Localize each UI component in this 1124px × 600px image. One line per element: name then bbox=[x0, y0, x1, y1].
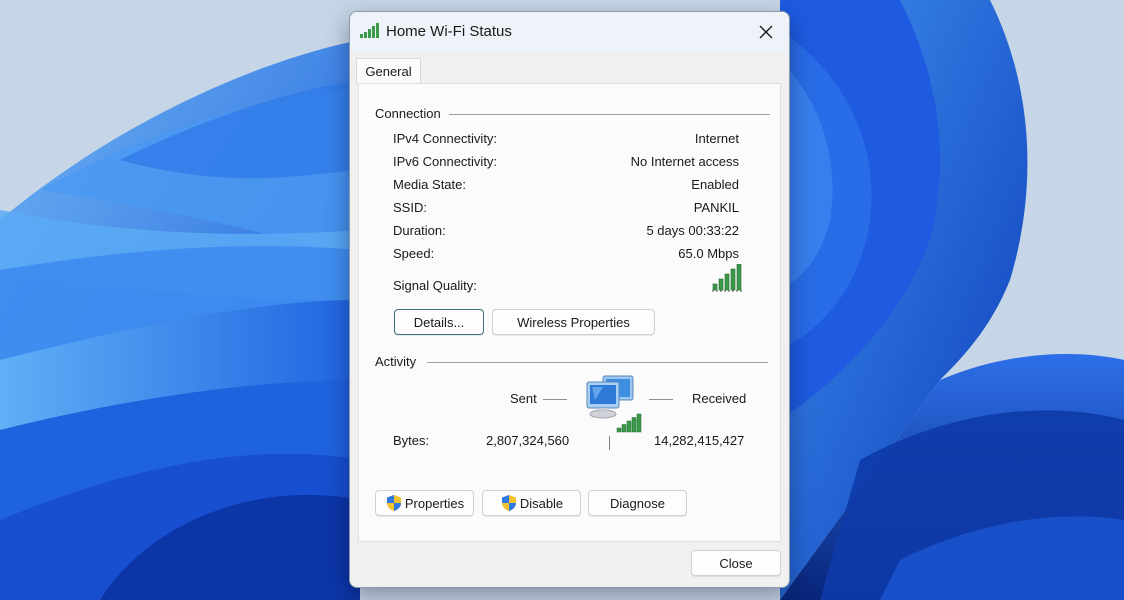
connection-row-media-state: Media State: Enabled bbox=[393, 177, 739, 197]
wireless-properties-button[interactable]: Wireless Properties bbox=[492, 309, 655, 335]
activity-group-header: Activity bbox=[375, 354, 417, 369]
tab-strip: General bbox=[350, 52, 789, 84]
media-state-label: Media State: bbox=[393, 177, 466, 192]
window-title: Home Wi-Fi Status bbox=[386, 23, 512, 40]
connection-row-ssid: SSID: PANKIL bbox=[393, 200, 739, 220]
bytes-label: Bytes: bbox=[393, 433, 430, 448]
received-line bbox=[649, 399, 673, 400]
general-panel: Connection IPv4 Connectivity: Internet I… bbox=[358, 83, 781, 542]
received-label: Received bbox=[692, 391, 747, 406]
ipv6-value: No Internet access bbox=[630, 154, 739, 169]
disable-button[interactable]: Disable bbox=[482, 490, 581, 516]
signal-quality-label: Signal Quality: bbox=[393, 278, 477, 293]
network-computers-icon bbox=[586, 375, 642, 433]
signal-bar bbox=[730, 268, 736, 291]
media-state-value: Enabled bbox=[691, 177, 739, 192]
network-signal-bar bbox=[631, 417, 637, 433]
wifi-status-dialog: Home Wi-Fi Status General Connection IPv… bbox=[349, 11, 790, 588]
network-signal-bar bbox=[616, 427, 622, 433]
connection-divider bbox=[449, 114, 770, 115]
connection-row-ipv4: IPv4 Connectivity: Internet bbox=[393, 131, 739, 151]
connection-row-speed: Speed: 65.0 Mbps bbox=[393, 246, 739, 266]
bytes-sent-value: 2,807,324,560 bbox=[486, 433, 570, 448]
ipv6-label: IPv6 Connectivity: bbox=[393, 154, 498, 169]
title-bar[interactable]: Home Wi-Fi Status bbox=[350, 12, 789, 52]
signal-bar bbox=[736, 264, 742, 291]
tab-general[interactable]: General bbox=[356, 58, 421, 84]
disable-button-label: Disable bbox=[519, 495, 564, 511]
signal-bars-icon bbox=[712, 264, 744, 292]
bytes-received-value: 14,282,415,427 bbox=[654, 433, 745, 448]
ssid-value: PANKIL bbox=[693, 200, 739, 215]
properties-button-label: Properties bbox=[404, 495, 465, 511]
network-signal-bar bbox=[626, 420, 632, 433]
diagnose-button[interactable]: Diagnose bbox=[588, 490, 687, 516]
duration-value: 5 days 00:33:22 bbox=[646, 223, 739, 238]
connection-row-duration: Duration: 5 days 00:33:22 bbox=[393, 223, 739, 243]
speed-label: Speed: bbox=[393, 246, 435, 261]
title-close-button[interactable] bbox=[743, 12, 789, 52]
signal-bar bbox=[712, 283, 718, 291]
signal-bar bbox=[718, 278, 724, 291]
activity-divider bbox=[427, 362, 768, 363]
close-icon bbox=[759, 25, 773, 39]
network-signal-bar bbox=[636, 413, 642, 433]
connection-group-header: Connection bbox=[375, 106, 441, 121]
sent-label: Sent bbox=[510, 391, 537, 406]
wifi-signal-icon bbox=[360, 23, 379, 38]
duration-label: Duration: bbox=[393, 223, 446, 238]
properties-button[interactable]: Properties bbox=[375, 490, 474, 516]
signal-bar bbox=[724, 273, 730, 291]
sent-line bbox=[543, 399, 567, 400]
uac-shield-icon bbox=[386, 495, 401, 511]
uac-shield-icon bbox=[501, 495, 516, 511]
activity-separator bbox=[609, 436, 610, 450]
ipv4-value: Internet bbox=[694, 131, 739, 146]
speed-value: 65.0 Mbps bbox=[678, 246, 739, 261]
close-button[interactable]: Close bbox=[691, 550, 781, 576]
connection-row-signal-quality: Signal Quality: bbox=[393, 278, 739, 298]
ssid-label: SSID: bbox=[393, 200, 427, 215]
ipv4-label: IPv4 Connectivity: bbox=[393, 131, 498, 146]
details-button[interactable]: Details... bbox=[394, 309, 484, 335]
network-signal-bar bbox=[621, 424, 627, 433]
connection-row-ipv6: IPv6 Connectivity: No Internet access bbox=[393, 154, 739, 174]
